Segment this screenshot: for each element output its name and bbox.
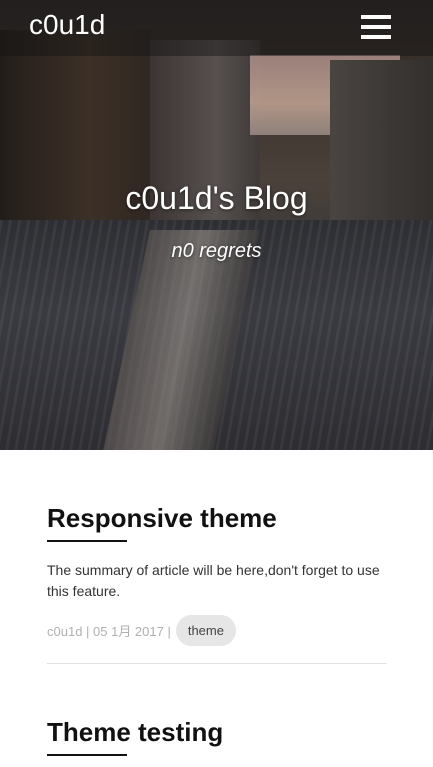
post-title-link[interactable]: Theme testing xyxy=(47,717,387,748)
site-subtitle: n0 regrets xyxy=(171,240,262,262)
post-meta-text: c0u1d | 05 1月 2017 | xyxy=(47,623,171,639)
post-divider xyxy=(47,663,387,664)
top-navbar: c0u1d xyxy=(0,0,433,56)
post-summary: The summary of article will be here,don'… xyxy=(47,562,380,599)
hero-banner: c0u1d's Blog n0 regrets xyxy=(0,0,433,450)
menu-button[interactable] xyxy=(356,12,396,44)
post-list: Responsive theme The summary of article … xyxy=(47,450,387,756)
site-title: c0u1d's Blog xyxy=(125,180,308,216)
title-underline xyxy=(47,754,127,756)
hero-overlay xyxy=(0,0,433,450)
post-item: Responsive theme The summary of article … xyxy=(47,503,387,664)
tag-chip[interactable]: theme xyxy=(175,614,236,646)
post-title-link[interactable]: Responsive theme xyxy=(47,503,387,534)
brand-link[interactable]: c0u1d xyxy=(29,9,105,41)
title-underline xyxy=(47,540,127,542)
post-meta: c0u1d | 05 1月 2017 | theme xyxy=(47,614,387,646)
post-item: Theme testing xyxy=(47,717,387,756)
